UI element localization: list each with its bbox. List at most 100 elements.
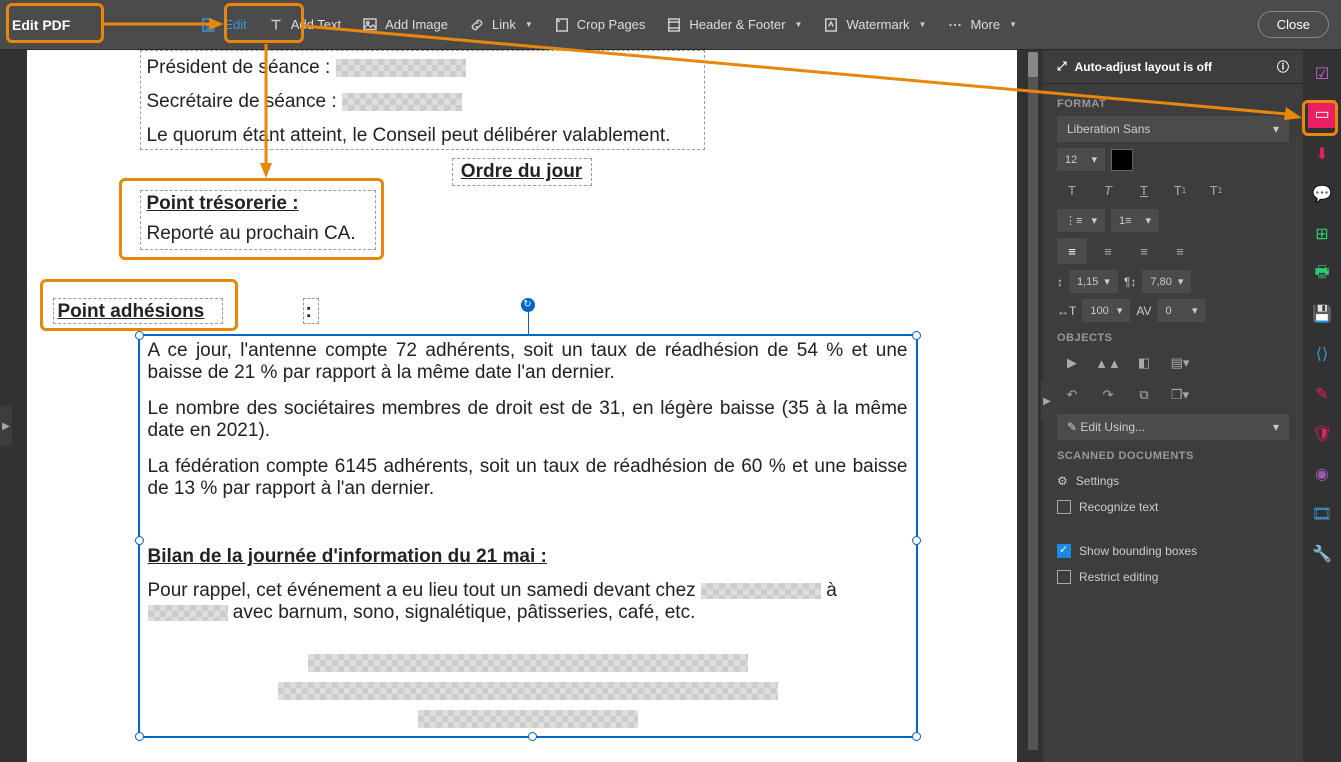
align-center-button[interactable]: ≡ xyxy=(1093,238,1123,264)
more-button[interactable]: More▼ xyxy=(936,10,1027,40)
cursor-tool[interactable]: ▶ xyxy=(1057,350,1087,376)
horiz-scale-icon: ↔T xyxy=(1057,304,1076,318)
auto-adjust-icon: ⤢ xyxy=(1057,59,1067,74)
rail-icon-check[interactable]: ☑ xyxy=(1308,60,1336,88)
resize-handle[interactable] xyxy=(912,732,921,741)
edit-icon xyxy=(200,16,218,34)
resize-handle[interactable] xyxy=(912,331,921,340)
add-text-button[interactable]: Add Text xyxy=(257,10,351,40)
align-right-button[interactable]: ≡ xyxy=(1129,238,1159,264)
right-tool-rail: ☑ ▭ ⬇ 💬 ⊞ 🖶 💾 ⟨⟩ ✎ 🛡 ◉ 🎞 🔧 xyxy=(1303,50,1341,762)
arrange-tool[interactable]: ▤▾ xyxy=(1165,350,1195,376)
info-icon[interactable]: ⓘ xyxy=(1277,58,1289,75)
close-button[interactable]: Close xyxy=(1258,11,1329,38)
heading-ordre[interactable]: Ordre du jour xyxy=(452,158,592,186)
gear-icon: ⚙ xyxy=(1057,474,1068,488)
checkbox[interactable] xyxy=(1057,570,1071,584)
rail-icon-comment[interactable]: 💬 xyxy=(1308,180,1336,208)
document-area[interactable]: ▶ Président de séance : Secrétaire de sé… xyxy=(0,50,1043,762)
resize-handle[interactable] xyxy=(135,536,144,545)
italic-button[interactable]: T xyxy=(1093,177,1123,203)
text: Reporté au prochain CA. xyxy=(147,223,369,245)
line-spacing-select[interactable]: 1,15▾ xyxy=(1069,270,1118,293)
rail-icon-media[interactable]: 🎞 xyxy=(1308,500,1336,528)
font-color-swatch[interactable] xyxy=(1111,149,1133,171)
caret-icon: ▾ xyxy=(1091,214,1097,227)
text: Le quorum étant atteint, le Conseil peut… xyxy=(147,125,698,147)
paragraph: A ce jour, l'antenne compte 72 adhérents… xyxy=(148,340,908,384)
rail-icon-sign[interactable]: ✎ xyxy=(1308,380,1336,408)
add-image-button[interactable]: Add Image xyxy=(351,10,458,40)
text-box[interactable]: Président de séance : Secrétaire de séan… xyxy=(140,50,705,150)
recognize-text-checkbox[interactable]: Recognize text xyxy=(1057,494,1289,520)
font-family-select[interactable]: Liberation Sans▾ xyxy=(1057,116,1289,142)
align-justify-button[interactable]: ≡ xyxy=(1165,238,1195,264)
text: Président de séance : xyxy=(147,57,331,78)
align-left-button[interactable]: ≡ xyxy=(1057,238,1087,264)
underline-button[interactable]: T xyxy=(1129,177,1159,203)
main: ▶ Président de séance : Secrétaire de sé… xyxy=(0,50,1341,762)
rail-icon-tools[interactable]: 🔧 xyxy=(1308,540,1336,568)
link-icon xyxy=(468,16,486,34)
caret-icon: ▾ xyxy=(1273,122,1279,136)
crop-tool[interactable]: ◧ xyxy=(1129,350,1159,376)
caret-icon: ▾ xyxy=(1178,275,1184,288)
bullet-list-select[interactable]: ⋮≡ ▾ xyxy=(1057,209,1105,232)
rail-icon-save[interactable]: 💾 xyxy=(1308,300,1336,328)
watermark-button[interactable]: Watermark▼ xyxy=(812,10,936,40)
restrict-editing-checkbox[interactable]: Restrict editing xyxy=(1057,564,1289,590)
rail-icon-accessibility[interactable]: ◉ xyxy=(1308,460,1336,488)
rail-icon-export[interactable]: ⬇ xyxy=(1308,140,1336,168)
caret-icon: ▾ xyxy=(1091,153,1097,166)
flip-tool[interactable]: ▲▲ xyxy=(1093,350,1123,376)
numbered-list-select[interactable]: 1≡ ▾ xyxy=(1111,209,1159,232)
horiz-scale-select[interactable]: 100▾ xyxy=(1082,299,1130,322)
format-panel: ⤢ Auto-adjust layout is off ⓘ FORMAT Lib… xyxy=(1043,50,1303,762)
panel-expand-left[interactable]: ▶ xyxy=(0,406,12,446)
caret-icon: ▼ xyxy=(1009,20,1017,29)
link-button[interactable]: Link▼ xyxy=(458,10,543,40)
para-spacing-select[interactable]: 7,80▾ xyxy=(1142,270,1191,293)
duplicate-button[interactable]: ❐▾ xyxy=(1165,382,1195,408)
char-space-select[interactable]: 0▾ xyxy=(1157,299,1205,322)
superscript-button[interactable]: T1 xyxy=(1165,177,1195,203)
heading-adhesions[interactable]: Point adhésions xyxy=(53,298,223,324)
colon[interactable]: : xyxy=(303,298,319,324)
checkbox[interactable] xyxy=(1057,500,1071,514)
resize-handle[interactable] xyxy=(528,732,537,741)
rail-icon-protect[interactable]: 🛡 xyxy=(1308,420,1336,448)
checkbox-checked[interactable] xyxy=(1057,544,1071,558)
vertical-scrollbar[interactable] xyxy=(1028,52,1038,750)
text-box-tresorerie[interactable]: Point trésorerie : Reporté au prochain C… xyxy=(140,190,376,250)
rail-icon-print[interactable]: 🖶 xyxy=(1308,260,1336,288)
rotate-right-button[interactable]: ↷ xyxy=(1093,382,1123,408)
scrollbar-thumb[interactable] xyxy=(1028,52,1038,77)
rotation-handle[interactable]: ↻ xyxy=(521,298,535,312)
redacted-text xyxy=(336,59,466,77)
toolbar: Edit PDF Edit Add Text Add Image Link▼ C… xyxy=(0,0,1341,50)
caret-icon: ▾ xyxy=(1273,420,1279,434)
font-size-select[interactable]: 12▾ xyxy=(1057,148,1105,171)
show-bounding-boxes-checkbox[interactable]: Show bounding boxes xyxy=(1057,538,1289,564)
add-image-icon xyxy=(361,16,379,34)
panel-collapse-tab[interactable]: ▶ xyxy=(1041,381,1053,421)
rotate-left-button[interactable]: ↶ xyxy=(1057,382,1087,408)
settings-button[interactable]: ⚙Settings xyxy=(1057,468,1289,494)
resize-handle[interactable] xyxy=(912,536,921,545)
edit-using-select[interactable]: ✎ Edit Using...▾ xyxy=(1057,414,1289,440)
auto-adjust-row[interactable]: ⤢ Auto-adjust layout is off ⓘ xyxy=(1043,50,1303,84)
replace-button[interactable]: ⧉ xyxy=(1129,382,1159,408)
section-scanned: SCANNED DOCUMENTS xyxy=(1057,450,1289,462)
resize-handle[interactable] xyxy=(135,732,144,741)
rail-icon-code[interactable]: ⟨⟩ xyxy=(1308,340,1336,368)
pdf-page[interactable]: Président de séance : Secrétaire de séan… xyxy=(27,50,1017,762)
subscript-button[interactable]: T1 xyxy=(1201,177,1231,203)
crop-pages-button[interactable]: Crop Pages xyxy=(543,10,656,40)
rail-icon-organize[interactable]: ⊞ xyxy=(1308,220,1336,248)
text-box-selected[interactable]: ↻ A ce jour, l'antenne compte 72 adhéren… xyxy=(138,334,918,738)
bold-button[interactable]: T xyxy=(1057,177,1087,203)
edit-button[interactable]: Edit xyxy=(190,10,256,40)
header-footer-button[interactable]: Header & Footer▼ xyxy=(655,10,812,40)
rail-icon-edit-pdf[interactable]: ▭ xyxy=(1308,100,1336,128)
resize-handle[interactable] xyxy=(135,331,144,340)
